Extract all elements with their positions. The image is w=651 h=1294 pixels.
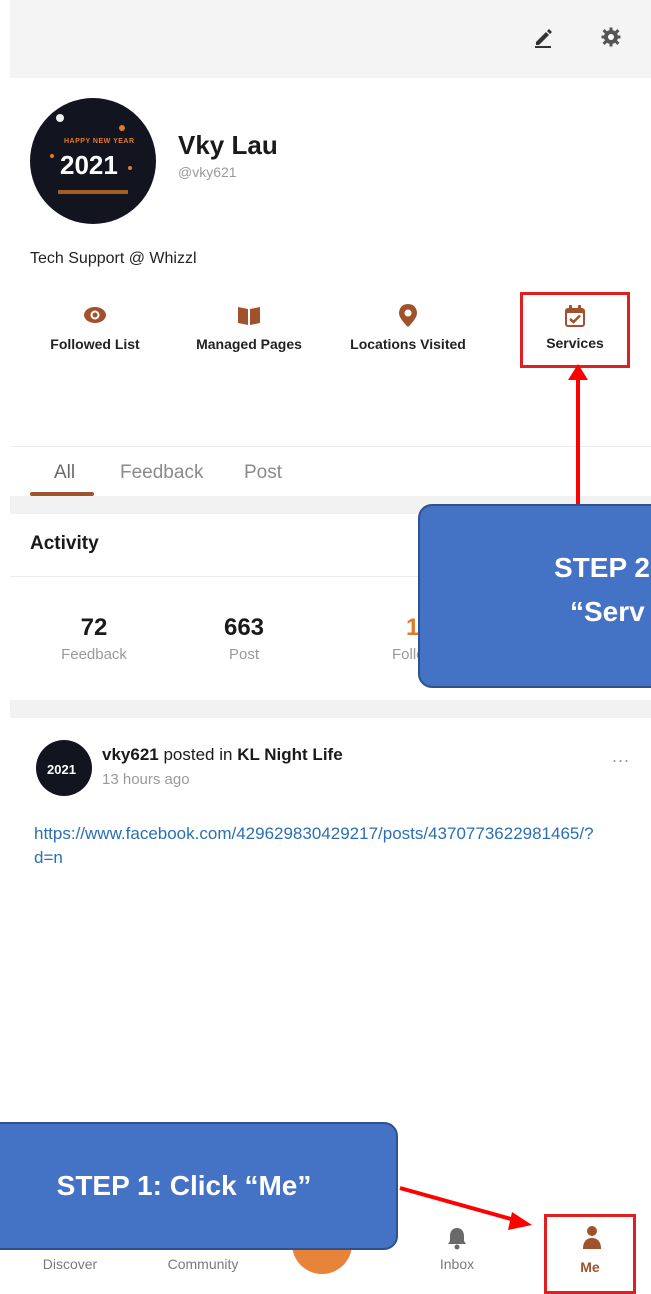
step1-arrowhead: [508, 1212, 532, 1230]
step2-arrowhead: [568, 364, 588, 380]
step2-line2: “Serv: [570, 596, 645, 627]
step1-arrow: [399, 1186, 519, 1223]
step1-text: STEP 1: Click “Me”: [56, 1170, 312, 1201]
step1-callout: STEP 1: Click “Me”: [0, 1122, 398, 1250]
step2-callout: STEP 2 “Serv: [418, 504, 651, 688]
step2-line1: STEP 2: [554, 552, 650, 583]
